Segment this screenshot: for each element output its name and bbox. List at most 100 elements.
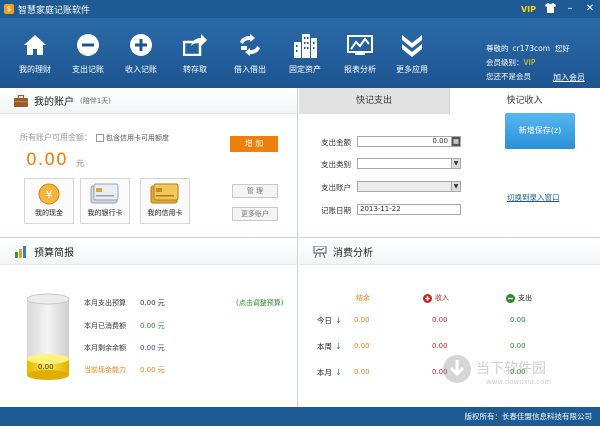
toolbar-label: 借入借出 (234, 65, 266, 74)
toolbar-label: 收入记账 (125, 65, 157, 74)
budget-title: 预算简报 (34, 248, 74, 259)
expense-amount-label: 支出金额 (321, 138, 351, 147)
arrow-down-icon: ↓ (335, 316, 342, 325)
card-label: 我的银行卡 (87, 209, 123, 217)
join-member-link[interactable]: 加入会员 (553, 72, 585, 83)
member-level-label: 会员级别： (486, 58, 524, 67)
status-bar: 版权所有：长春佳盟信息科技有限公司 (0, 407, 600, 426)
month-balance: 0.00 (354, 368, 370, 376)
title-bar: $ 智慧家庭记账软件 VIP – ✕ (0, 0, 600, 18)
budget-row-label: 本月剩余余额 (84, 344, 126, 352)
adjust-budget-link[interactable]: (点击调整预算) (236, 298, 283, 308)
add-account-button[interactable]: 增 加 (230, 136, 278, 152)
consumption-row-label: 本周 ↓ (317, 341, 342, 352)
budget-header: 预算简报 (0, 239, 297, 265)
consumption-row-label: 本月 ↓ (317, 367, 342, 378)
toolbar-label: 转存取 (183, 65, 207, 74)
close-icon[interactable]: ✕ (584, 3, 596, 15)
budget-row-label: 当前现金能力 (84, 366, 126, 374)
col-income-header: 收入 (423, 293, 449, 303)
available-amount-value: 0.00 (26, 150, 68, 170)
chevron-down-icon: ▼ (451, 159, 460, 168)
expense-category-select[interactable]: ▼ (357, 158, 461, 169)
budget-panel: 预算简报 0.00 本月支出预算 0.00 元 (点击调整预算) 本月已消费额 … (0, 239, 298, 407)
card-my-credit-card[interactable]: 我的信用卡 (140, 178, 190, 224)
toolbar-button-my-finance[interactable]: 我的理财 (10, 18, 60, 88)
row-label-text: 今日 (317, 316, 332, 325)
today-income: 0.00 (432, 316, 448, 324)
budget-row-label: 本月已消费额 (84, 322, 126, 330)
expense-category-label: 支出类别 (321, 160, 351, 169)
consumption-title: 消费分析 (333, 248, 373, 259)
row-label-text: 本周 (317, 342, 332, 351)
col-balance-header: 结余 (356, 293, 370, 303)
col-balance-label: 结余 (356, 294, 370, 302)
expense-account-label: 支出账户 (321, 183, 351, 192)
col-expense-label: 支出 (518, 294, 532, 302)
building-icon (292, 32, 318, 58)
quick-entry-tabs: 快记支出 快记收入 (299, 88, 600, 114)
svg-text:¥: ¥ (46, 188, 53, 201)
cash-coin-icon: ¥ (34, 183, 64, 205)
toolbar-label: 支出记账 (72, 65, 104, 74)
toolbar-button-more-apps[interactable]: 更多应用 (387, 18, 437, 88)
app-title: 智慧家庭记账软件 (18, 5, 91, 16)
chevrons-down-icon (399, 32, 425, 58)
toolbar-button-transfer[interactable]: 转存取 (170, 18, 220, 88)
entry-date-input[interactable]: 2013-11-22 (357, 204, 461, 215)
budget-row-value: 0.00 元 (140, 366, 165, 374)
my-account-header: 我的账户 (陪伴1天) (0, 88, 297, 114)
minimize-icon[interactable]: – (564, 3, 576, 15)
arrow-down-icon: ↓ (335, 368, 342, 377)
toolbar-label: 我的理财 (19, 65, 51, 74)
credit-card-icon (150, 183, 180, 205)
toolbar-button-reports[interactable]: 报表分析 (335, 18, 385, 88)
budget-row-value: 0.00 元 (140, 299, 165, 307)
transfer-icon (182, 32, 208, 58)
minus-circle-icon (75, 32, 101, 58)
toolbar-button-borrow-lend[interactable]: 借入借出 (225, 18, 275, 88)
member-level-value: VIP (523, 58, 536, 67)
save-new-button[interactable]: 新增保存(z) (505, 113, 575, 149)
home-icon (22, 32, 48, 58)
copyright-text: 版权所有：长春佳盟信息科技有限公司 (464, 412, 593, 421)
amount-unit: 元 (76, 159, 84, 168)
my-account-title: 我的账户 (34, 97, 74, 108)
watermark: 当下软件园 www.downxia.com (440, 350, 580, 390)
toolbar-button-expense[interactable]: 支出记账 (63, 18, 113, 88)
calculator-icon[interactable]: ▦ (451, 137, 460, 146)
not-member-text: 您还不是会员 (486, 72, 531, 81)
row-label-text: 本月 (317, 368, 332, 377)
watermark-url: www.downxia.com (486, 378, 552, 386)
main-toolbar: 我的理财 支出记账 收入记账 转存取 借入借出 固定资产 报表分析 更多应用 尊… (0, 18, 600, 88)
budget-row-value: 0.00 元 (140, 322, 165, 330)
available-amount-label: 所有账户可用金额： (20, 133, 92, 142)
today-expense: 0.00 (510, 316, 526, 324)
expense-amount-value: 0.00 (432, 137, 448, 145)
vip-badge[interactable]: VIP (521, 5, 536, 14)
expense-amount-input[interactable]: 0.00 ▦ (357, 136, 461, 147)
greeting-suffix: 您好 (554, 44, 570, 53)
entry-date-label: 记账日期 (321, 206, 351, 215)
col-expense-header: 支出 (506, 293, 532, 303)
toolbar-button-income[interactable]: 收入记账 (116, 18, 166, 88)
switch-to-entry-window-link[interactable]: 切换到录入窗口 (507, 192, 560, 203)
user-name: cr173com (512, 44, 551, 53)
skin-shirt-icon[interactable] (544, 3, 556, 15)
tab-quick-income[interactable]: 快记收入 (449, 88, 599, 114)
budget-bars-icon (14, 245, 28, 258)
watermark-text: 当下软件园 (476, 361, 546, 377)
include-credit-checkbox[interactable] (96, 133, 104, 142)
tab-quick-expense[interactable]: 快记支出 (299, 88, 449, 114)
income-plus-icon (423, 293, 432, 303)
chart-icon (347, 32, 373, 58)
title-bar-controls: VIP – ✕ (521, 3, 596, 15)
exchange-icon (237, 32, 263, 58)
manage-button[interactable]: 管 理 (232, 184, 278, 198)
card-my-bank-card[interactable]: 我的银行卡 (80, 178, 130, 224)
toolbar-label: 报表分析 (344, 65, 376, 74)
toolbar-button-fixed-assets[interactable]: 固定资产 (280, 18, 330, 88)
more-accounts-button[interactable]: 更多账户 (232, 207, 278, 221)
card-my-cash[interactable]: ¥ 我的现金 (24, 178, 74, 224)
expense-account-select[interactable]: ▼ (357, 181, 461, 192)
